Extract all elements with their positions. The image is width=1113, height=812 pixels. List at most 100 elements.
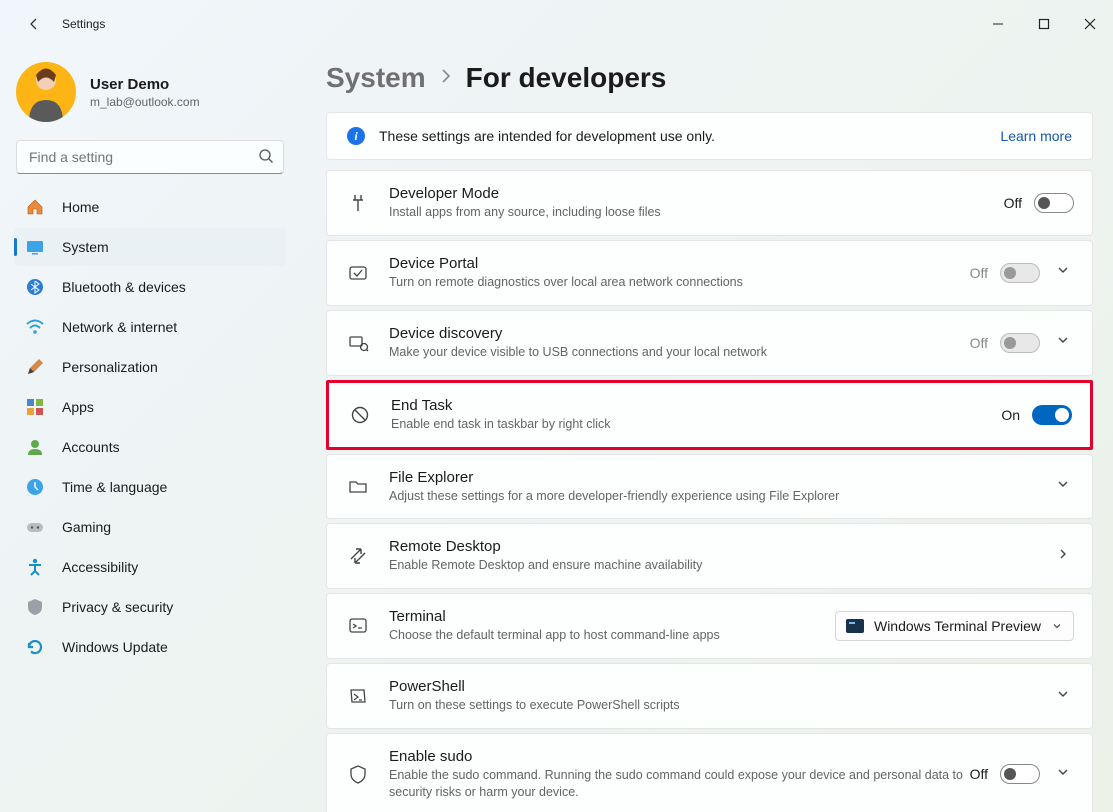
nav-privacy[interactable]: Privacy & security — [14, 588, 286, 626]
nav-accounts[interactable]: Accounts — [14, 428, 286, 466]
block-icon — [347, 404, 373, 426]
card-remote-desktop[interactable]: Remote Desktop Enable Remote Desktop and… — [326, 523, 1093, 589]
chevron-down-icon — [1051, 620, 1063, 632]
back-button[interactable] — [18, 8, 50, 40]
card-title: Remote Desktop — [389, 538, 1052, 555]
title-bar: Settings — [0, 0, 1113, 48]
chevron-down-icon[interactable] — [1052, 329, 1074, 356]
terminal-app-icon — [846, 619, 864, 633]
nav-label: Accounts — [62, 439, 120, 455]
card-title: Device Portal — [389, 255, 970, 272]
nav-list: Home System Bluetooth & devices Network … — [12, 188, 288, 666]
network-icon — [24, 316, 46, 338]
toggle-label: Off — [970, 766, 988, 782]
card-desc: Make your device visible to USB connecti… — [389, 344, 970, 361]
main-content: System For developers i These settings a… — [300, 48, 1113, 812]
card-powershell[interactable]: PowerShell Turn on these settings to exe… — [326, 663, 1093, 729]
nav-update[interactable]: Windows Update — [14, 628, 286, 666]
avatar — [16, 62, 76, 122]
info-bar: i These settings are intended for develo… — [326, 112, 1093, 160]
card-title: Device discovery — [389, 325, 970, 342]
info-icon: i — [347, 127, 365, 145]
apps-icon — [24, 396, 46, 418]
search-container — [16, 140, 284, 174]
maximize-button[interactable] — [1021, 8, 1067, 40]
developer-mode-toggle[interactable] — [1034, 193, 1074, 213]
time-icon — [24, 476, 46, 498]
learn-more-link[interactable]: Learn more — [1000, 128, 1072, 144]
device-discovery-toggle[interactable] — [1000, 333, 1040, 353]
card-desc: Install apps from any source, including … — [389, 204, 1004, 221]
chevron-down-icon[interactable] — [1052, 683, 1074, 710]
card-desc: Enable end task in taskbar by right clic… — [391, 416, 1001, 433]
window-title: Settings — [62, 17, 105, 31]
chevron-down-icon[interactable] — [1052, 761, 1074, 788]
minimize-button[interactable] — [975, 8, 1021, 40]
nav-label: Time & language — [62, 479, 167, 495]
nav-label: Personalization — [62, 359, 158, 375]
search-input[interactable] — [16, 140, 284, 174]
chevron-right-icon[interactable] — [1052, 543, 1074, 570]
nav-apps[interactable]: Apps — [14, 388, 286, 426]
nav-gaming[interactable]: Gaming — [14, 508, 286, 546]
card-title: Developer Mode — [389, 185, 1004, 202]
nav-home[interactable]: Home — [14, 188, 286, 226]
card-title: PowerShell — [389, 678, 1052, 695]
search-icon — [258, 148, 274, 169]
folder-icon — [345, 475, 371, 497]
toggle-label: On — [1001, 407, 1020, 423]
card-title: Enable sudo — [389, 748, 970, 765]
card-title: End Task — [391, 397, 1001, 414]
chevron-down-icon[interactable] — [1052, 473, 1074, 500]
card-desc: Turn on remote diagnostics over local ar… — [389, 274, 970, 291]
nav-personalization[interactable]: Personalization — [14, 348, 286, 386]
user-profile[interactable]: User Demo m_lab@outlook.com — [16, 62, 284, 122]
accounts-icon — [24, 436, 46, 458]
privacy-icon — [24, 596, 46, 618]
card-desc: Enable Remote Desktop and ensure machine… — [389, 557, 1052, 574]
toggle-label: Off — [970, 265, 988, 281]
bluetooth-icon — [24, 276, 46, 298]
window-controls — [975, 8, 1113, 40]
card-file-explorer[interactable]: File Explorer Adjust these settings for … — [326, 454, 1093, 520]
card-desc: Turn on these settings to execute PowerS… — [389, 697, 1052, 714]
card-device-discovery[interactable]: Device discovery Make your device visibl… — [326, 310, 1093, 376]
close-button[interactable] — [1067, 8, 1113, 40]
card-device-portal[interactable]: Device Portal Turn on remote diagnostics… — [326, 240, 1093, 306]
nav-label: Windows Update — [62, 639, 168, 655]
nav-label: Apps — [62, 399, 94, 415]
card-enable-sudo[interactable]: Enable sudo Enable the sudo command. Run… — [326, 733, 1093, 812]
card-terminal[interactable]: Terminal Choose the default terminal app… — [326, 593, 1093, 659]
nav-label: Bluetooth & devices — [62, 279, 186, 295]
terminal-dropdown[interactable]: Windows Terminal Preview — [835, 611, 1074, 641]
portal-icon — [345, 262, 371, 284]
toggle-label: Off — [1004, 195, 1022, 211]
powershell-icon — [345, 685, 371, 707]
system-icon — [24, 236, 46, 258]
end-task-toggle[interactable] — [1032, 405, 1072, 425]
wrench-icon — [345, 192, 371, 214]
chevron-right-icon — [440, 68, 452, 89]
nav-accessibility[interactable]: Accessibility — [14, 548, 286, 586]
card-end-task[interactable]: End Task Enable end task in taskbar by r… — [326, 380, 1093, 450]
card-desc: Choose the default terminal app to host … — [389, 627, 835, 644]
shield-icon — [345, 763, 371, 785]
user-email: m_lab@outlook.com — [90, 95, 200, 109]
sudo-toggle[interactable] — [1000, 764, 1040, 784]
nav-bluetooth[interactable]: Bluetooth & devices — [14, 268, 286, 306]
terminal-icon — [345, 615, 371, 637]
card-title: Terminal — [389, 608, 835, 625]
nav-label: Gaming — [62, 519, 111, 535]
breadcrumb-parent[interactable]: System — [326, 62, 426, 94]
nav-time[interactable]: Time & language — [14, 468, 286, 506]
device-portal-toggle[interactable] — [1000, 263, 1040, 283]
gaming-icon — [24, 516, 46, 538]
nav-system[interactable]: System — [14, 228, 286, 266]
card-developer-mode[interactable]: Developer Mode Install apps from any sou… — [326, 170, 1093, 236]
nav-label: Privacy & security — [62, 599, 173, 615]
sidebar: User Demo m_lab@outlook.com Home System … — [0, 48, 300, 812]
nav-network[interactable]: Network & internet — [14, 308, 286, 346]
nav-label: Accessibility — [62, 559, 138, 575]
chevron-down-icon[interactable] — [1052, 259, 1074, 286]
info-text: These settings are intended for developm… — [379, 128, 715, 144]
